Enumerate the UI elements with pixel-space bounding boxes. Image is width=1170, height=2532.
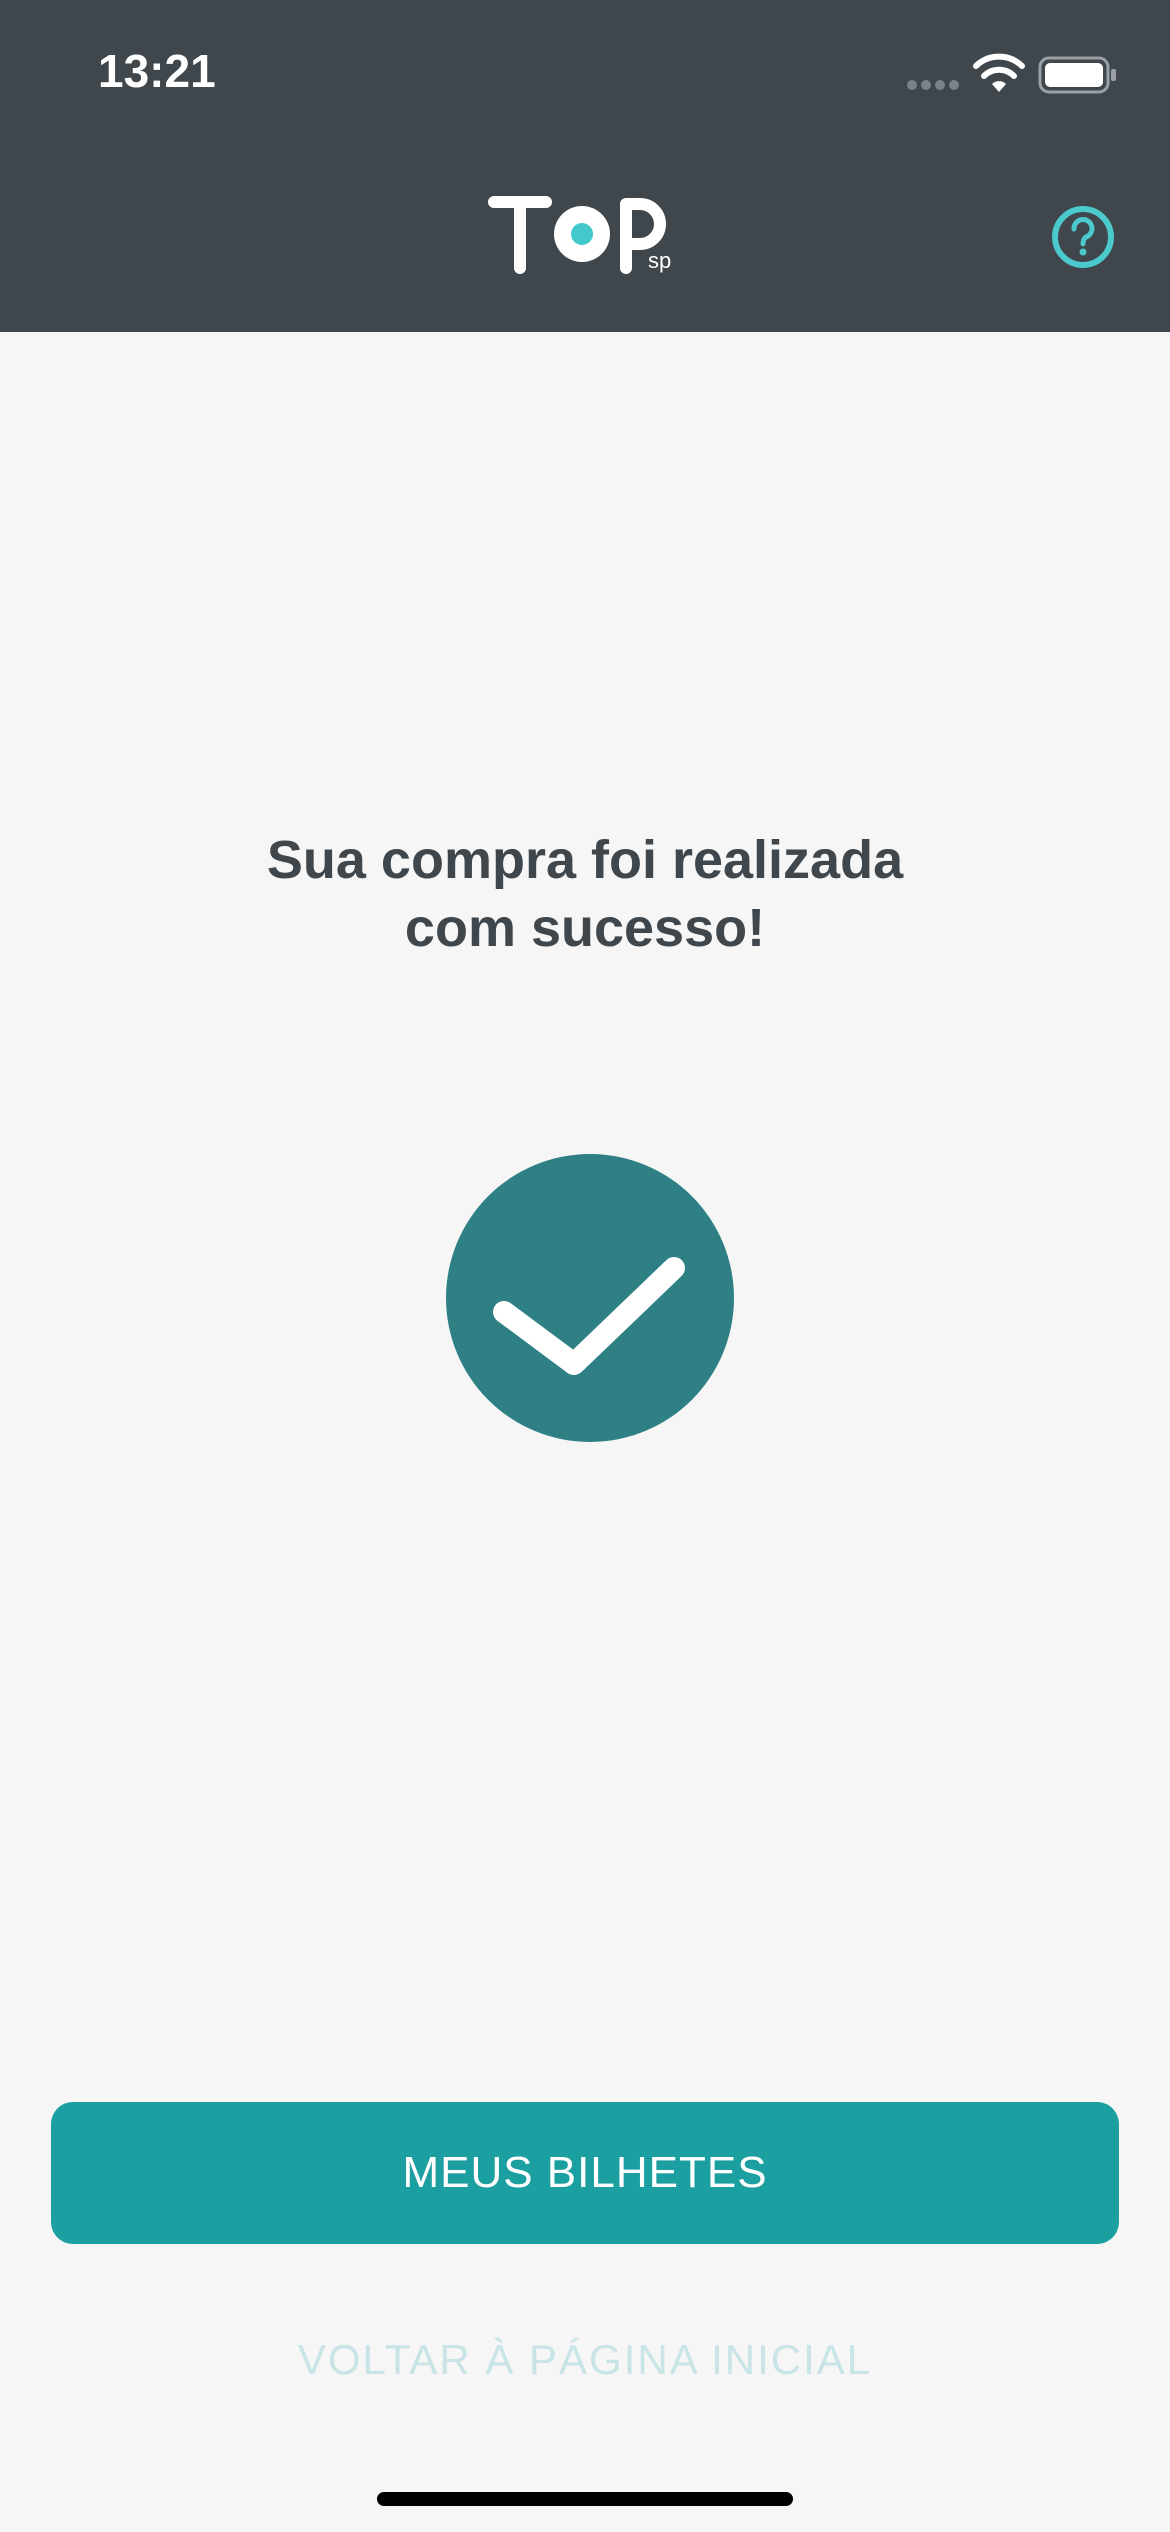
home-indicator[interactable] <box>377 2492 793 2506</box>
app-header: 13:21 sp <box>0 0 1170 332</box>
wifi-icon <box>973 53 1025 92</box>
svg-text:sp: sp <box>648 248 671 273</box>
success-title: Sua compra foi realizada com sucesso! <box>150 826 1020 962</box>
my-tickets-button-label: MEUS BILHETES <box>402 2148 768 2197</box>
cellular-signal-icon <box>907 80 959 90</box>
my-tickets-button[interactable]: MEUS BILHETES <box>51 2102 1119 2244</box>
help-question-icon[interactable] <box>1050 204 1116 270</box>
back-to-home-link[interactable]: VOLTAR À PÁGINA INICIAL <box>200 2336 970 2384</box>
battery-icon <box>1038 56 1116 94</box>
status-bar-time: 13:21 <box>98 45 216 97</box>
top-sp-logo: sp <box>488 196 671 274</box>
success-title-line-1: Sua compra foi realizada <box>266 830 904 890</box>
success-title-line-2: com sucesso! <box>404 898 766 958</box>
success-checkmark-icon <box>446 1154 734 1442</box>
